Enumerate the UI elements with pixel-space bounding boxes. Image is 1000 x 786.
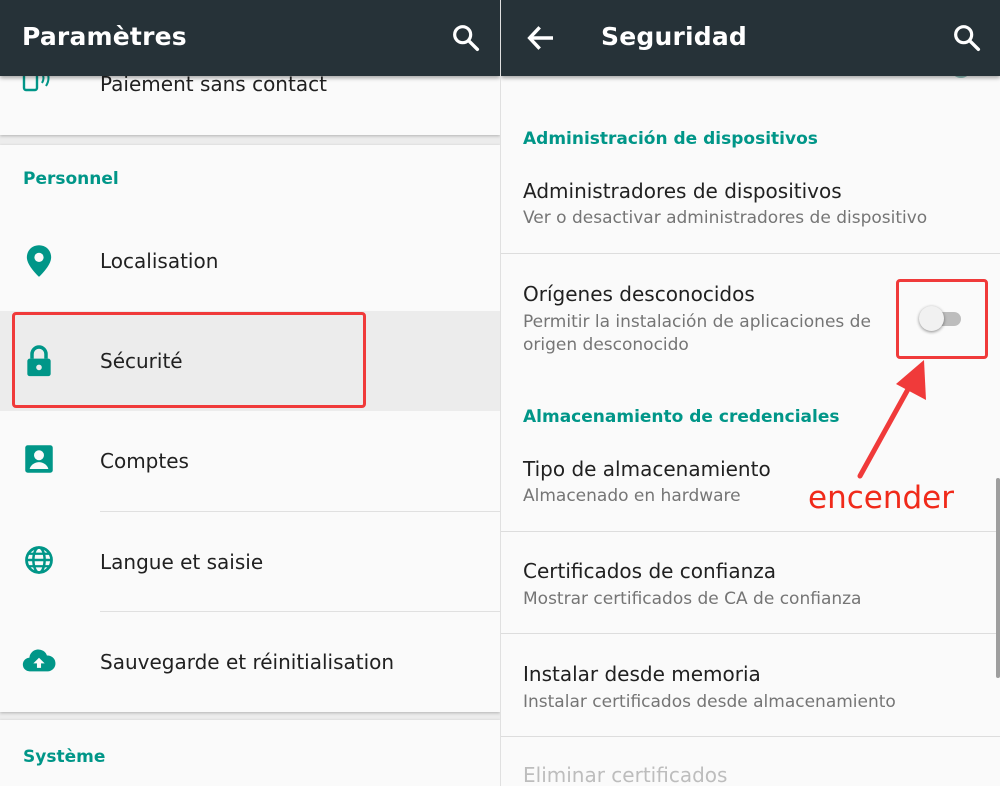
location-pin-icon xyxy=(26,245,52,277)
settings-card-system: Système xyxy=(0,720,500,786)
list-item-install-from-storage[interactable]: Instalar desde memoria Instalar certific… xyxy=(501,634,1000,736)
list-item-subtitle-line2: origen desconocido xyxy=(523,335,689,355)
sidebar-item-language[interactable]: Langue et saisie xyxy=(0,512,500,611)
list-item-subtitle: Mostrar certificados de CA de confianza xyxy=(523,589,862,609)
sidebar-item-backup[interactable]: Sauvegarde et réinitialisation xyxy=(0,612,500,712)
list-item-label: Langue et saisie xyxy=(100,550,264,574)
list-item-label: Localisation xyxy=(100,249,219,273)
list-item-label: Comptes xyxy=(100,449,189,473)
search-icon[interactable] xyxy=(951,22,983,54)
search-icon[interactable] xyxy=(450,22,482,54)
annotation-highlight-box xyxy=(896,279,988,359)
section-header-device-admin: Administración de dispositivos xyxy=(523,129,818,149)
list-item-subtitle: Instalar certificados desde almacenamien… xyxy=(523,692,896,712)
app-bar: Seguridad xyxy=(501,0,1000,76)
list-item-title: Instalar desde memoria xyxy=(523,662,761,686)
list-item-title: Administradores de dispositivos xyxy=(523,179,842,203)
account-box-icon xyxy=(25,445,53,473)
app-bar: Paramètres xyxy=(0,0,500,76)
annotation-label: encender xyxy=(808,480,954,516)
list-item-title: Tipo de almacenamiento xyxy=(523,457,771,481)
app-bar-title: Paramètres xyxy=(22,22,187,51)
app-bar-title: Seguridad xyxy=(601,22,748,51)
list-item-subtitle: Ver o desactivar administradores de disp… xyxy=(523,208,928,228)
cloud-upload-icon xyxy=(22,649,56,672)
list-item-title: Orígenes desconocidos xyxy=(523,282,755,306)
security-panel: Seguridad Administración de dispositivos… xyxy=(500,0,1000,786)
sidebar-item-location[interactable]: Localisation xyxy=(0,211,500,311)
list-item-device-admins[interactable]: Administradores de dispositivos Ver o de… xyxy=(501,165,1000,253)
list-item-label: Sauvegarde et réinitialisation xyxy=(100,650,395,674)
section-header-credential-storage: Almacenamiento de credenciales xyxy=(523,407,840,427)
globe-icon xyxy=(25,546,53,574)
settings-card-personal: Personnel Localisation Sécurité Comptes xyxy=(0,145,500,712)
list-item-subtitle: Almacenado en hardware xyxy=(523,486,741,506)
sidebar-item-accounts[interactable]: Comptes xyxy=(0,411,500,511)
section-header-personal: Personnel xyxy=(23,169,119,189)
list-item-clear-credentials: Eliminar certificados xyxy=(501,737,1000,786)
list-item-subtitle: Permitir la instalación de aplicaciones … xyxy=(523,312,871,332)
settings-panel: Paramètres Paiement sans contact Personn… xyxy=(0,0,500,786)
arrow-back-icon[interactable] xyxy=(525,22,557,54)
scrollbar-thumb[interactable] xyxy=(996,478,1000,678)
list-item-trusted-certs[interactable]: Certificados de confianza Mostrar certif… xyxy=(501,532,1000,633)
list-item-title: Certificados de confianza xyxy=(523,559,776,583)
annotation-highlight-box xyxy=(12,312,366,408)
list-item-title: Eliminar certificados xyxy=(523,763,728,786)
section-header-system: Système xyxy=(23,747,106,767)
annotation-arrow xyxy=(857,360,926,479)
